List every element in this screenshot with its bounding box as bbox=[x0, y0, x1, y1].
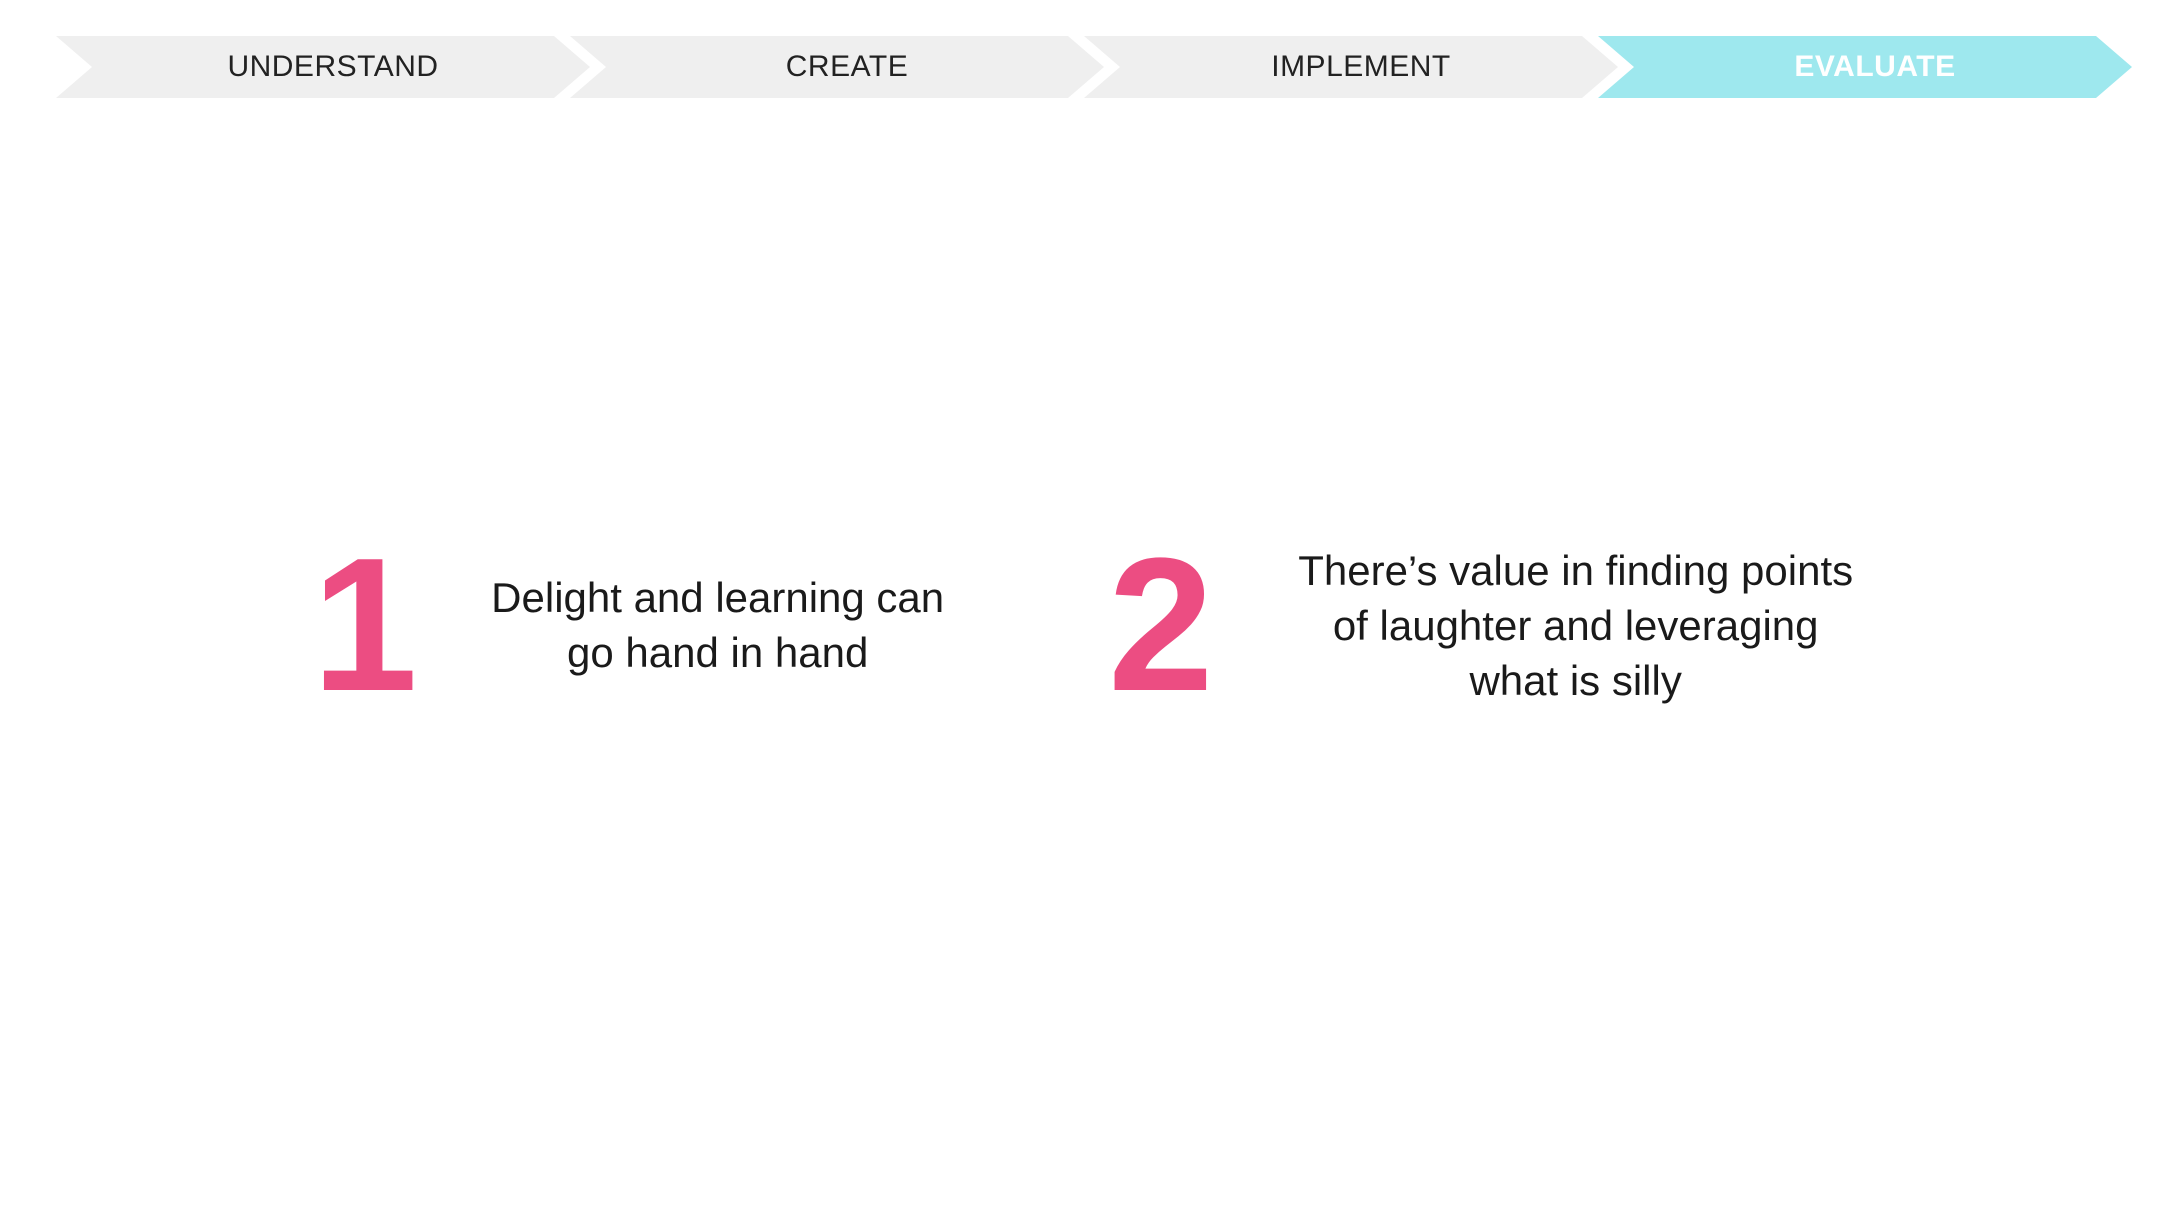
step-label: UNDERSTAND bbox=[227, 50, 439, 83]
point-text-line: There’s value in finding points bbox=[1298, 546, 1854, 594]
step-label: CREATE bbox=[785, 50, 909, 83]
step-understand[interactable]: UNDERSTAND bbox=[56, 36, 590, 98]
point-text-line: of laughter and leveraging bbox=[1332, 601, 1819, 649]
step-create[interactable]: CREATE bbox=[570, 36, 1104, 98]
point-1: 1 Delight and learning can go hand in ha… bbox=[312, 530, 968, 720]
step-label: IMPLEMENT bbox=[1271, 50, 1451, 83]
point-number: 2 bbox=[1108, 519, 1214, 731]
step-label: EVALUATE bbox=[1794, 50, 1956, 83]
step-evaluate[interactable]: EVALUATE bbox=[1598, 36, 2132, 98]
step-implement[interactable]: IMPLEMENT bbox=[1084, 36, 1618, 98]
point-text-line: what is silly bbox=[1469, 656, 1682, 704]
point-text-line: go hand in hand bbox=[567, 629, 869, 676]
point-text-line: Delight and learning can bbox=[491, 574, 945, 621]
process-stepper: UNDERSTAND CREATE IMPLEMENT EVALUATE bbox=[56, 36, 2132, 98]
point-2: 2 There’s value in finding points of lau… bbox=[1108, 530, 1896, 720]
point-text: Delight and learning can go hand in hand bbox=[468, 570, 968, 680]
point-text: There’s value in finding points of laugh… bbox=[1256, 543, 1896, 708]
point-number: 1 bbox=[312, 519, 418, 731]
